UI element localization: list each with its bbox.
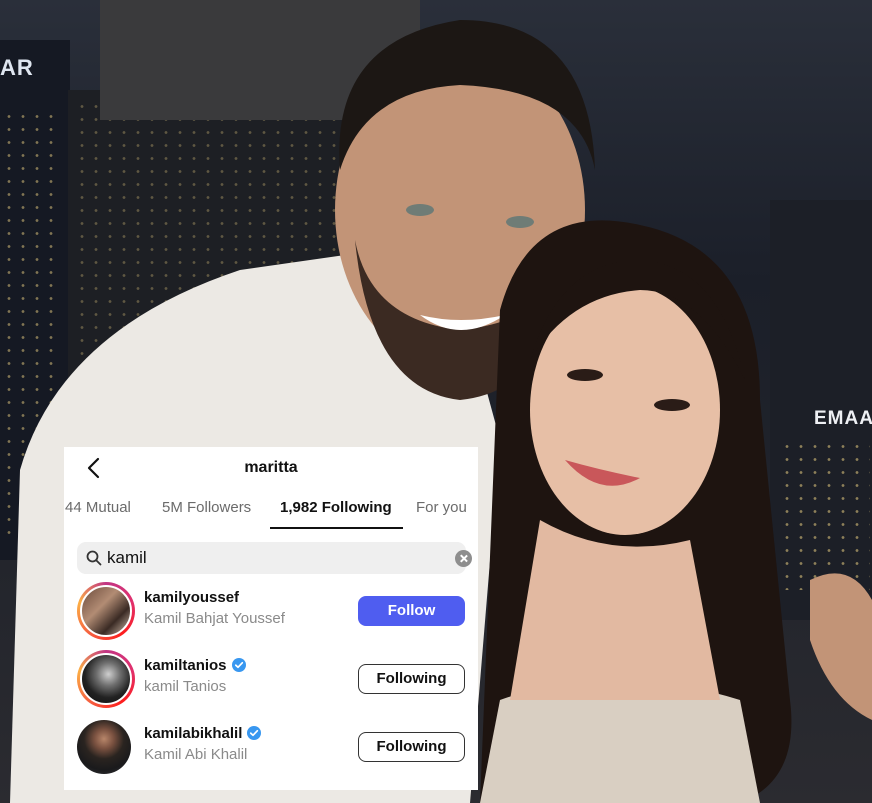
username[interactable]: kamilabikhalil — [144, 725, 262, 742]
avatar[interactable] — [80, 653, 132, 705]
verified-badge-icon — [231, 658, 246, 672]
tab-followers[interactable]: 5M Followers — [162, 499, 251, 516]
tab-bar: 44 Mutual 5M Followers 1,982 Following F… — [64, 499, 478, 529]
following-button[interactable]: Following — [358, 732, 465, 762]
list-item[interactable]: kamilyoussef Kamil Bahjat Youssef Follow — [64, 580, 478, 644]
avatar[interactable] — [80, 585, 132, 637]
story-ring — [77, 582, 135, 640]
search-input[interactable] — [107, 546, 427, 570]
full-name: kamil Tanios — [144, 678, 227, 695]
username[interactable]: kamilyoussef — [144, 589, 239, 606]
tab-following[interactable]: 1,982 Following — [280, 499, 392, 516]
full-name: Kamil Bahjat Youssef — [144, 610, 285, 627]
active-tab-indicator — [270, 527, 403, 529]
tab-mutual[interactable]: 44 Mutual — [65, 499, 131, 516]
username[interactable]: kamiltanios — [144, 657, 246, 674]
verified-badge-icon — [247, 726, 262, 740]
follow-button[interactable]: Follow — [358, 596, 465, 626]
following-button[interactable]: Following — [358, 664, 465, 694]
list-item[interactable]: kamilabikhalil Kamil Abi Khalil Followin… — [64, 716, 478, 780]
profile-title: maritta — [244, 459, 298, 476]
search-bar — [77, 542, 472, 574]
full-name: Kamil Abi Khalil — [144, 746, 248, 763]
story-ring — [77, 650, 135, 708]
search-icon — [86, 550, 102, 566]
header: maritta — [64, 447, 478, 489]
tab-for-you[interactable]: For you — [416, 499, 467, 516]
clear-icon[interactable] — [455, 550, 472, 567]
following-list-panel: maritta 44 Mutual 5M Followers 1,982 Fol… — [64, 447, 478, 790]
avatar[interactable] — [77, 720, 131, 774]
list-item[interactable]: kamiltanios kamil Tanios Following — [64, 648, 478, 712]
